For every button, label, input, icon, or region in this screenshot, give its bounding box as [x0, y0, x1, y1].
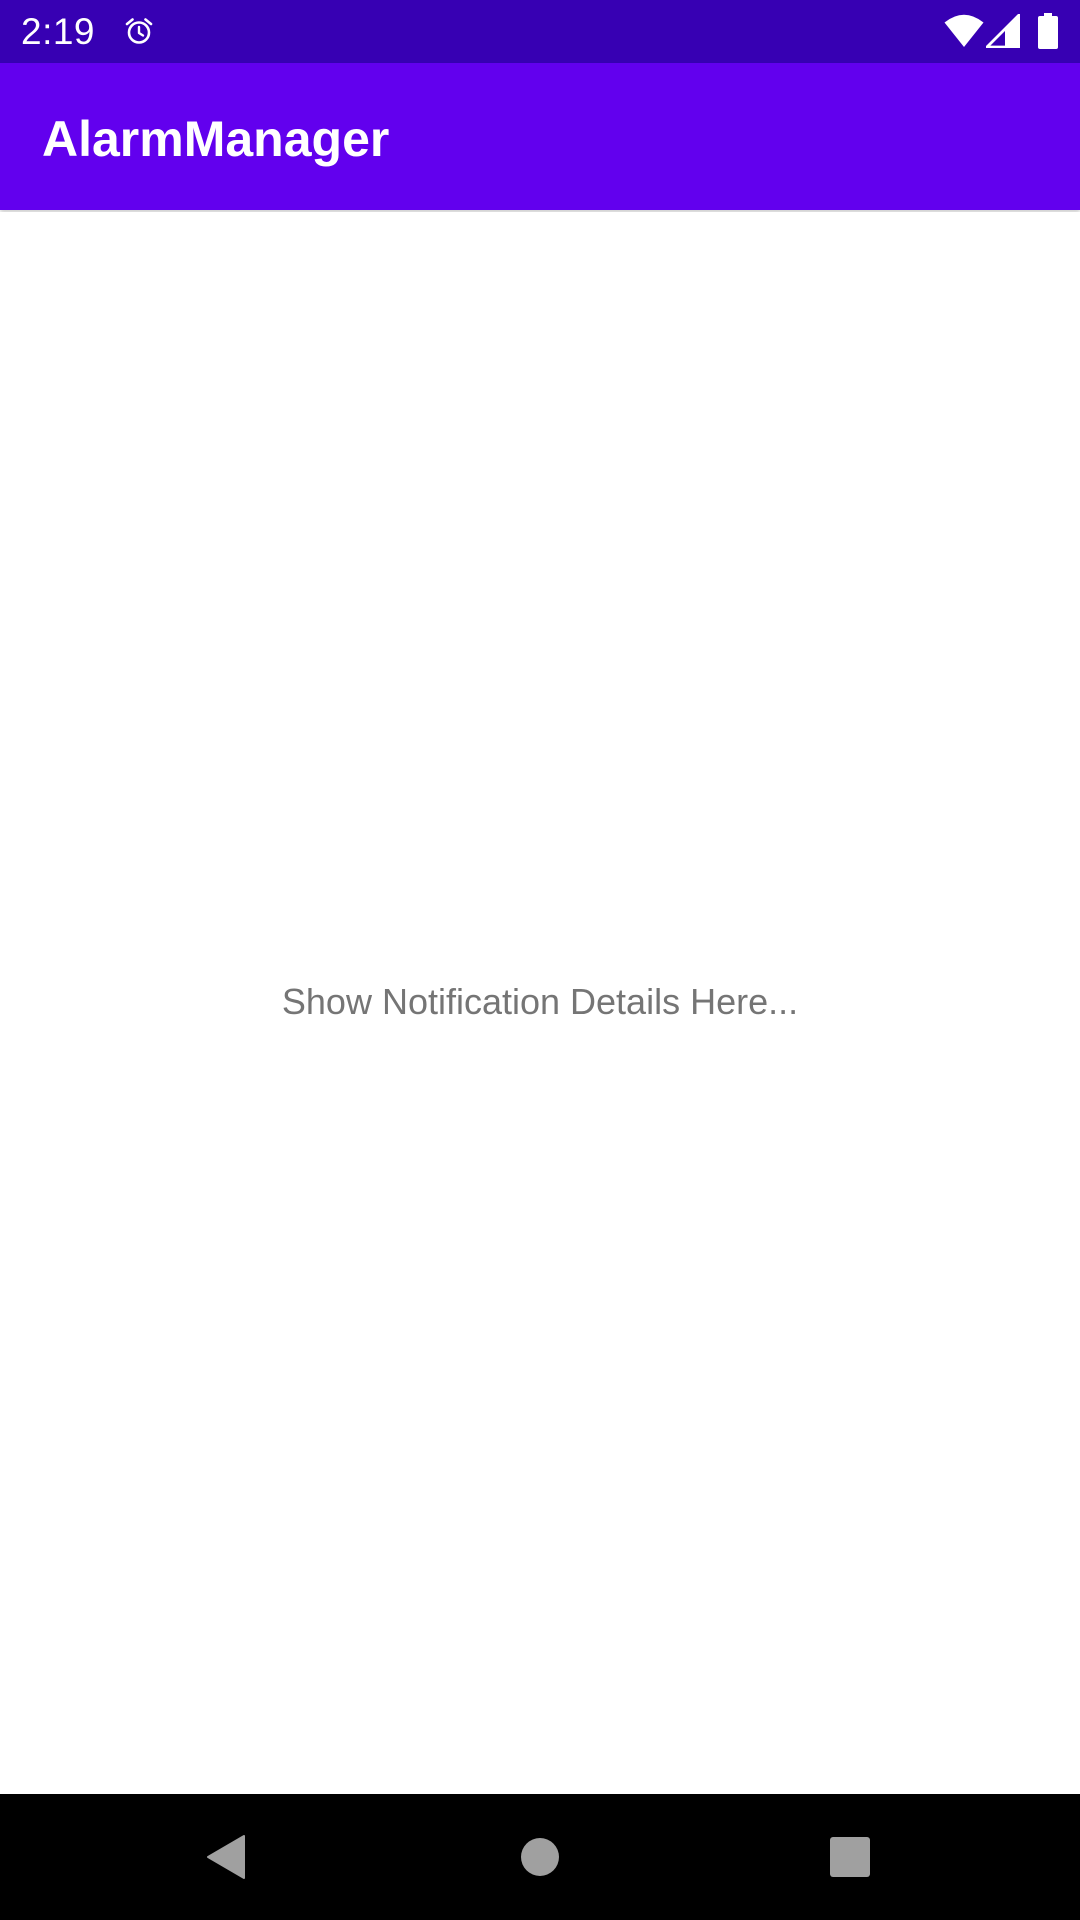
back-icon — [207, 1835, 245, 1879]
app-title: AlarmManager — [42, 111, 390, 167]
status-time: 2:19 — [21, 11, 96, 52]
back-button[interactable] — [156, 1794, 296, 1920]
screen: 2:19 AlarmManager Show Notification Deta… — [0, 0, 1080, 1920]
alarm-icon — [125, 18, 153, 44]
battery-icon — [1038, 13, 1058, 49]
navigation-bar — [0, 1794, 1080, 1920]
status-bar: 2:19 — [0, 0, 1080, 63]
home-button[interactable] — [470, 1794, 610, 1920]
home-icon — [521, 1838, 559, 1876]
notification-details-text: Show Notification Details Here... — [281, 981, 799, 1022]
app-bar: AlarmManager — [0, 63, 1080, 210]
signal-icon — [986, 14, 1020, 48]
recents-button[interactable] — [780, 1794, 920, 1920]
main-content: Show Notification Details Here... — [0, 212, 1080, 1794]
wifi-icon — [944, 14, 984, 47]
recents-icon — [830, 1837, 870, 1877]
